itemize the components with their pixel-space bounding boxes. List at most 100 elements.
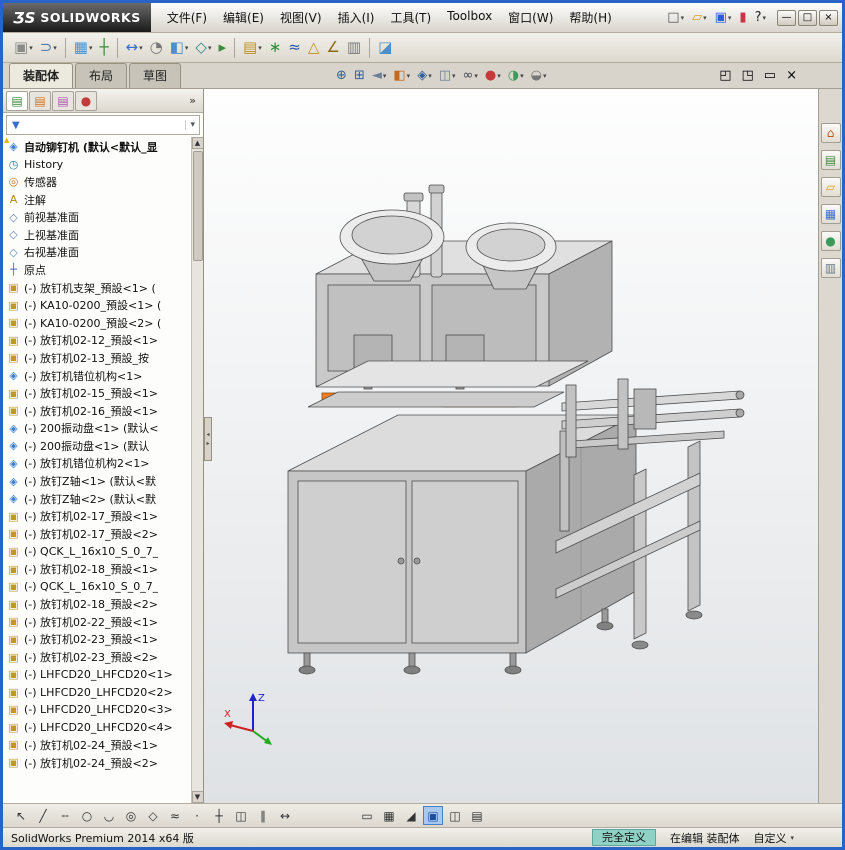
menu-item-3[interactable]: 视图(V) [272, 5, 330, 30]
tree-item-component[interactable]: ▣ (-) LHFCD20_LHFCD20<4> [7, 719, 189, 737]
mate[interactable]: ⊃ ▾ [37, 38, 60, 57]
linear-component-pattern[interactable]: ▦ ▾ [71, 38, 96, 57]
tree-item-component[interactable]: ▣ (-) KA10-0200_預設<1> ( [7, 296, 189, 314]
bill-of-materials[interactable]: ▤ ▾ [240, 38, 265, 57]
reference-geometry-caret[interactable]: ▾ [208, 44, 212, 52]
scroll-down-arrow[interactable]: ▼ [191, 791, 203, 803]
tree-item-assembly[interactable]: ◈ (-) 放钉Z轴<2> (默认<默 [7, 490, 189, 508]
tree-item-plane[interactable]: ◇ 上视基准面 [7, 226, 189, 244]
split-pane-icon[interactable]: ◫ [445, 806, 465, 825]
insert-components[interactable]: ▣ ▾ [11, 38, 36, 57]
tree-item-component[interactable]: ▣ (-) 放钉机02-17_預設<2> [7, 525, 189, 543]
select-tool[interactable]: ↖ [11, 806, 31, 825]
mass-properties[interactable]: ▥ [344, 38, 364, 57]
mate-caret[interactable]: ▾ [53, 44, 57, 52]
panel-splitter-handle[interactable]: ◂ ▸ [204, 417, 212, 462]
machine-model[interactable] [204, 89, 818, 803]
file-explorer-icon[interactable]: ▱ [820, 177, 841, 197]
menu-item-2[interactable]: 编辑(E) [215, 5, 272, 30]
display-style-caret[interactable]: ▾ [452, 72, 456, 80]
scroll-up-arrow[interactable]: ▲ [191, 137, 203, 149]
minimize-button[interactable]: — [777, 9, 796, 26]
tree-filter[interactable]: ▼ ▾ [6, 115, 200, 135]
tree-item-component[interactable]: ▣ (-) QCK_L_16x10_S_0_7_ [7, 543, 189, 561]
bill-of-materials-caret[interactable]: ▾ [258, 44, 262, 52]
measure[interactable]: ∠ [323, 38, 342, 57]
tab-草图[interactable]: 草图 [129, 63, 182, 88]
edit-appearance[interactable]: ● ▾ [482, 67, 504, 84]
view-palette-icon[interactable]: ▦ [820, 204, 841, 224]
menu-item-1[interactable]: 文件(F) [159, 5, 215, 30]
tree-item-plane[interactable]: ◇ 前视基准面 [7, 208, 189, 226]
open-document[interactable]: ▱ ▾ [689, 9, 710, 26]
tree-item-component[interactable]: ▣ (-) KA10-0200_預設<2> ( [7, 314, 189, 332]
open-document-caret[interactable]: ▾ [703, 14, 707, 22]
new-document-caret[interactable]: ▾ [681, 14, 685, 22]
zoom-to-area[interactable]: ⊞ [351, 67, 368, 84]
smart-dimension-tool[interactable]: ↔ [275, 806, 295, 825]
featuremanager-tab[interactable]: ▤ [6, 90, 28, 111]
new-motion-study[interactable]: ▸ [215, 38, 229, 57]
tree-item-component[interactable]: ▣ (-) LHFCD20_LHFCD20<2> [7, 683, 189, 701]
zoom-to-fit[interactable]: ⊕ [333, 67, 350, 84]
tree-item-component[interactable]: ▣ (-) 放钉机02-15_預設<1> [7, 384, 189, 402]
smart-fasteners[interactable]: ┼ [97, 38, 112, 57]
propertymanager-tab[interactable]: ▤ [29, 90, 51, 111]
view-orientation-caret[interactable]: ▾ [428, 72, 432, 80]
save-document[interactable]: ▣ ▾ [712, 9, 735, 26]
tree-item-assembly[interactable]: ◈ (-) 放钉机错位机构2<1> [7, 455, 189, 473]
tree-item-component[interactable]: ▣ (-) QCK_L_16x10_S_0_7_ [7, 578, 189, 596]
grid-icon[interactable]: ▭ [357, 806, 377, 825]
circle-tool[interactable]: ○ [77, 806, 97, 825]
tab-装配体[interactable]: 装配体 [9, 63, 74, 88]
display-style[interactable]: ◫ ▾ [436, 67, 459, 84]
shaded-sketch-icon[interactable]: ▣ [423, 806, 443, 825]
tree-item-component[interactable]: ▣ (-) 放钉机02-22_預設<1> [7, 613, 189, 631]
tree-item-assembly[interactable]: ◈ (-) 放钉Z轴<1> (默认<默 [7, 472, 189, 490]
tree-item-component[interactable]: ▣ (-) 放钉机02-13_預設_按 [7, 349, 189, 367]
hide-show-items[interactable]: ∞ ▾ [460, 67, 481, 84]
previous-view-caret[interactable]: ▾ [383, 72, 387, 80]
reference-geometry[interactable]: ◇ ▾ [192, 38, 214, 57]
point-tool[interactable]: · [187, 806, 207, 825]
tree-item-assembly[interactable]: ◈ (-) 200振动盘<1> (默认< [7, 420, 189, 438]
assembly-features-caret[interactable]: ▾ [185, 44, 189, 52]
view-settings[interactable]: ◒ ▾ [528, 67, 550, 84]
centerline-tool[interactable]: ╌ [55, 806, 75, 825]
tree-root-item[interactable]: ◈ ▲ 自动铆钉机 (默认<默认_显 [4, 137, 189, 156]
design-library-icon[interactable]: ▤ [820, 150, 841, 170]
scroll-thumb[interactable] [192, 151, 203, 261]
arc-tool[interactable]: ◡ [99, 806, 119, 825]
tree-item-history[interactable]: ◷ History [7, 156, 189, 174]
tab-布局[interactable]: 布局 [75, 63, 128, 88]
insert-components-caret[interactable]: ▾ [29, 44, 33, 52]
tree-item-annotations[interactable]: A 注解 [7, 191, 189, 209]
linear-component-pattern-caret[interactable]: ▾ [89, 44, 93, 52]
edit-appearance-caret[interactable]: ▾ [497, 72, 501, 80]
snap-grid-icon[interactable]: ▦ [379, 806, 399, 825]
tree-item-component[interactable]: ▣ (-) 放钉机02-24_預設<2> [7, 754, 189, 772]
tree-item-component[interactable]: ▣ (-) 放钉机02-16_預設<1> [7, 402, 189, 420]
tree-item-component[interactable]: ▣ (-) 放钉机02-24_預設<1> [7, 736, 189, 754]
tree-item-sensors[interactable]: ◎ 传感器 [7, 173, 189, 191]
tree-scrollbar[interactable]: ▲ ▼ [191, 137, 203, 803]
maximize-button[interactable]: □ [798, 9, 817, 26]
single-pane-icon[interactable]: ▤ [467, 806, 487, 825]
help[interactable]: ? ▾ [752, 9, 769, 26]
offset-tool[interactable]: ∥ [253, 806, 273, 825]
menu-item-7[interactable]: 窗口(W) [500, 5, 561, 30]
toolbox-light[interactable]: ▮ [736, 9, 749, 26]
line-tool[interactable]: ╱ [33, 806, 53, 825]
apply-scene-caret[interactable]: ▾ [520, 72, 524, 80]
tree-item-plane[interactable]: ◇ 右视基准面 [7, 244, 189, 262]
pane-wide-icon[interactable]: ▭ [761, 67, 779, 84]
menu-item-4[interactable]: 插入(I) [330, 5, 383, 30]
pane-split-icon[interactable]: ◳ [739, 67, 757, 84]
save-document-caret[interactable]: ▾ [728, 14, 732, 22]
move-component-caret[interactable]: ▾ [139, 44, 143, 52]
appearances-icon[interactable]: ● [820, 231, 841, 251]
show-hidden-components[interactable]: ◔ [147, 38, 166, 57]
explode-line-sketch[interactable]: ≈ [285, 38, 304, 57]
view-orientation[interactable]: ◈ ▾ [414, 67, 435, 84]
corner-snap-icon[interactable]: ◢ [401, 806, 421, 825]
